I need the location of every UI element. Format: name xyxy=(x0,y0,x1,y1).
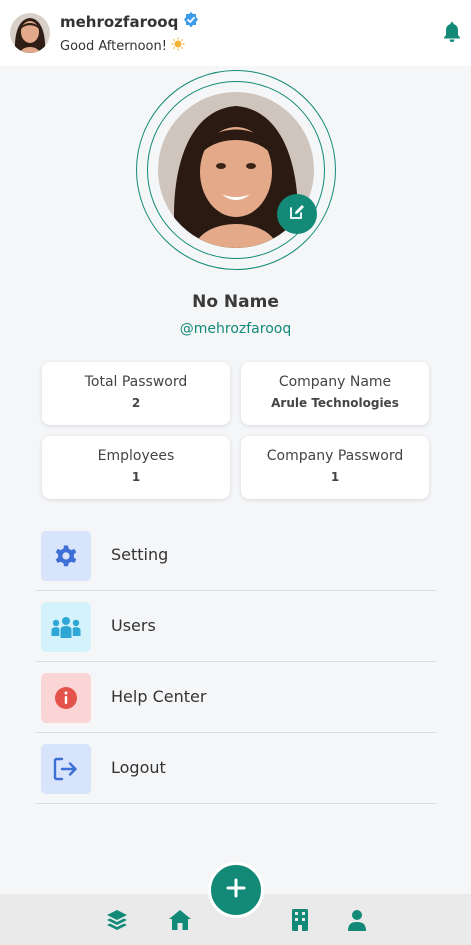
profile-name: No Name xyxy=(192,292,279,312)
add-icon xyxy=(226,878,246,902)
stat-value: 1 xyxy=(131,470,141,484)
gear-icon xyxy=(41,531,91,581)
app-header: mehrozfarooq Good Afternoon! xyxy=(0,0,471,66)
stat-card-employees[interactable]: Employees 1 xyxy=(42,436,230,499)
stat-value: 1 xyxy=(330,470,340,484)
stat-value: 2 xyxy=(131,396,141,410)
edit-icon xyxy=(288,203,306,225)
bell-icon[interactable] xyxy=(442,21,462,43)
layers-icon[interactable] xyxy=(105,908,129,932)
menu-label: Setting xyxy=(111,545,169,564)
stat-label: Company Password xyxy=(266,448,404,464)
stat-value: Arule Technologies xyxy=(271,396,399,410)
sun-icon xyxy=(171,37,185,55)
stat-label: Total Password xyxy=(84,374,188,390)
menu-item-users[interactable]: Users xyxy=(36,591,436,662)
verified-badge-icon xyxy=(182,11,200,33)
stat-card-company-name[interactable]: Company Name Arule Technologies xyxy=(241,362,429,425)
greeting-text: Good Afternoon! xyxy=(60,38,167,54)
stat-label: Company Name xyxy=(278,374,392,390)
menu-item-logout[interactable]: Logout xyxy=(36,733,436,804)
menu-item-help-center[interactable]: Help Center xyxy=(36,662,436,733)
edit-profile-button[interactable] xyxy=(277,194,317,234)
profile-handle: @mehrozfarooq xyxy=(179,321,292,337)
logout-icon xyxy=(41,744,91,794)
menu-label: Logout xyxy=(111,758,166,777)
username-text: mehrozfarooq xyxy=(60,13,179,31)
home-icon[interactable] xyxy=(168,908,192,932)
menu-label: Users xyxy=(111,616,156,635)
building-icon[interactable] xyxy=(288,908,312,932)
info-icon xyxy=(41,673,91,723)
avatar[interactable] xyxy=(10,13,50,53)
stat-card-company-password[interactable]: Company Password 1 xyxy=(241,436,429,499)
username: mehrozfarooq xyxy=(60,11,200,33)
greeting: Good Afternoon! xyxy=(60,37,185,55)
stat-label: Employees xyxy=(97,448,175,464)
user-icon[interactable] xyxy=(345,908,369,932)
menu-item-setting[interactable]: Setting xyxy=(36,520,436,591)
add-button[interactable] xyxy=(208,862,264,918)
stat-card-total-password[interactable]: Total Password 2 xyxy=(42,362,230,425)
menu-label: Help Center xyxy=(111,687,207,706)
users-icon xyxy=(41,602,91,652)
